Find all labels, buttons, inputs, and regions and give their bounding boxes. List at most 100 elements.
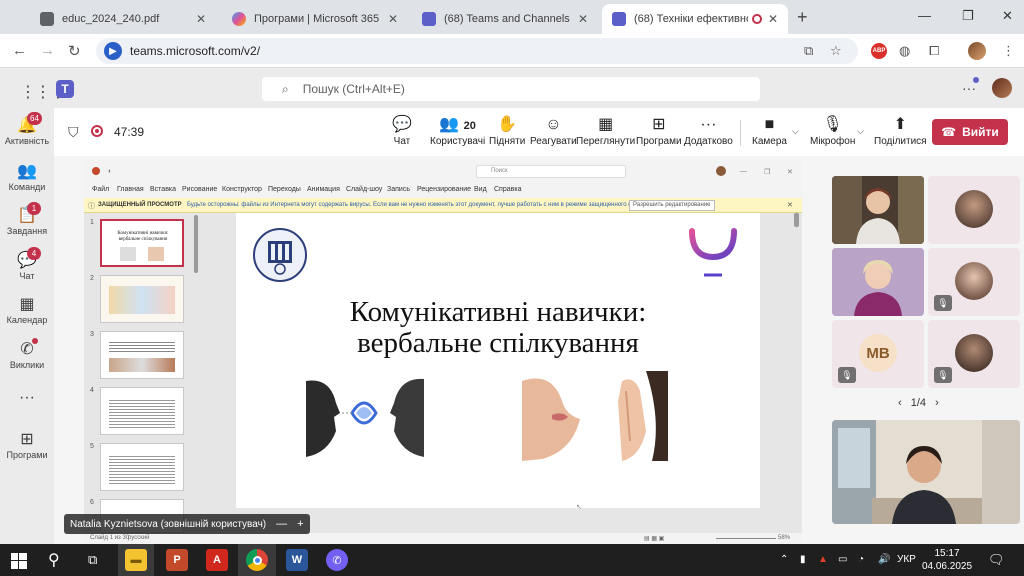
tray-acrobat-icon[interactable]: ▲ (818, 554, 828, 565)
more-actions-button[interactable]: ··· Додатково (684, 114, 733, 147)
leave-button[interactable]: ☎ Вийти (932, 119, 1008, 145)
rail-item-apps[interactable]: ⊞ Програми (0, 430, 54, 460)
volume-icon[interactable]: 🔊 (878, 554, 890, 565)
restore-icon[interactable]: ❐ (962, 8, 974, 24)
adblock-extension-icon[interactable]: ABP (871, 43, 887, 59)
notifications-icon[interactable]: 🗨 (988, 552, 1005, 568)
shield-icon[interactable]: ⛉ (68, 124, 79, 141)
participant-tile[interactable]: 🎙 (928, 248, 1020, 316)
ppt-menu-item: Справка (494, 186, 522, 193)
notification-dot (973, 77, 979, 83)
wifi-icon[interactable]: ◔ (858, 554, 864, 565)
mic-options-chevron-icon[interactable]: ⌵ (857, 126, 864, 137)
browser-tab-pdf[interactable]: educ_2024_240.pdf ✕ (30, 4, 216, 34)
copilot-icon (232, 12, 246, 26)
reload-icon[interactable]: ↻ (68, 42, 81, 60)
windows-start-icon[interactable] (11, 553, 27, 569)
microphone-button[interactable]: 🎙 Мікрофон (810, 114, 855, 147)
ppt-menu-item: Главная (117, 186, 144, 193)
toolbar-divider (740, 120, 741, 146)
close-tab-icon[interactable]: ✕ (388, 12, 398, 26)
close-tab-icon[interactable]: ✕ (196, 12, 206, 26)
teams-icon: 👥 (17, 163, 37, 180)
install-app-icon[interactable]: ⧉ (804, 43, 813, 59)
pager-prev-icon[interactable]: ‹ (898, 397, 902, 409)
apps-button[interactable]: ⊞ Програми (636, 114, 682, 147)
participant-tile[interactable] (928, 176, 1020, 244)
input-language[interactable]: УКР (897, 554, 916, 565)
view-button[interactable]: ▦ Переглянути (576, 114, 635, 147)
word-icon[interactable]: W (286, 549, 308, 571)
participant-avatar (955, 334, 993, 372)
rail-item-tasks[interactable]: 📋 1 Завдання (0, 202, 54, 236)
info-icon: ⓘ (88, 203, 95, 210)
ppt-search-box[interactable]: Поиск (476, 165, 626, 178)
browser-profile-avatar[interactable] (968, 42, 986, 60)
forward-arrow-icon[interactable]: → (40, 42, 55, 59)
tray-app-icon[interactable]: ▮ (800, 554, 806, 565)
system-clock[interactable]: 15:17 04.06.2025 (920, 547, 974, 573)
close-window-icon[interactable]: ✕ (1002, 8, 1013, 24)
expand-share-icon[interactable]: + (297, 518, 303, 530)
back-arrow-icon[interactable]: ← (12, 42, 27, 59)
browser-tab-meeting[interactable]: (68) Техніки ефективного ✕ (602, 4, 788, 34)
viber-icon[interactable]: ✆ (326, 549, 348, 571)
close-tab-icon[interactable]: ✕ (578, 12, 588, 26)
new-tab-button[interactable]: + (797, 7, 808, 28)
participant-tile[interactable]: MB 🎙 (832, 320, 924, 388)
phone-icon: ✆ (20, 338, 39, 360)
search-input[interactable]: ⌕ Пошук (Ctrl+Alt+E) (262, 77, 760, 101)
camera-button[interactable]: ■ Камера (752, 114, 787, 147)
recording-icon (752, 14, 762, 24)
participant-tile[interactable] (832, 248, 924, 316)
browser-menu-icon[interactable]: ⋮ (1002, 43, 1015, 59)
active-speaker-tile[interactable] (832, 420, 1020, 524)
search-placeholder: Пошук (Ctrl+Alt+E) (302, 82, 405, 96)
address-bar[interactable]: ▶ teams.microsoft.com/v2/ (96, 38, 858, 64)
presenter-name-tag[interactable]: Natalia Kyznietsova (зовнішній користува… (64, 514, 310, 534)
participant-avatar (955, 190, 993, 228)
tray-overflow-icon[interactable]: ⌃ (780, 554, 788, 565)
rail-item-teams[interactable]: 👥 Команди (0, 162, 54, 192)
slide-number: 3 (90, 331, 94, 338)
chrome-icon[interactable] (246, 549, 268, 571)
more-icon: ··· (700, 116, 717, 133)
close-tab-icon[interactable]: ✕ (768, 12, 778, 26)
rail-item-calls[interactable]: ✆ Виклики (0, 338, 54, 370)
user-avatar[interactable] (992, 78, 1012, 98)
share-screen-icon: ⬆ (893, 116, 907, 133)
raise-hand-button[interactable]: ✋ Підняти (489, 114, 525, 147)
participant-tile[interactable]: 🎙 (928, 320, 1020, 388)
extensions-puzzle-icon[interactable]: ⧠ (929, 43, 939, 59)
file-explorer-icon[interactable]: ▬ (125, 549, 147, 571)
button-label: Реагувати (530, 136, 577, 147)
share-button[interactable]: ⬆ Поділитися (874, 114, 927, 147)
whisper-ear-image (522, 371, 668, 461)
minimize-share-icon[interactable]: — (276, 518, 287, 530)
pager-next-icon[interactable]: › (935, 397, 939, 409)
rail-item-chat[interactable]: 💬 4 Чат (0, 247, 54, 281)
task-view-icon[interactable]: ⧉ (88, 552, 97, 568)
translate-extension-icon[interactable]: ◍ (899, 43, 910, 59)
ppt-menu-item: Слайд-шоу (346, 186, 383, 193)
calendar-icon: ▦ (19, 296, 35, 313)
acrobat-icon[interactable]: A (206, 549, 228, 571)
browser-tab-copilot[interactable]: Програми | Microsoft 365 Copilot ✕ (222, 4, 408, 34)
react-button[interactable]: ☺ Реагувати (530, 114, 577, 147)
presenter-name: Natalia Kyznietsova (зовнішній користува… (70, 518, 267, 530)
ppt-title-bar: ◐ Поиск — ❐ ✕ (84, 161, 802, 183)
site-info-icon[interactable]: ▶ (104, 42, 122, 60)
participant-tile[interactable] (832, 176, 924, 244)
bookmark-star-icon[interactable]: ☆ (830, 43, 842, 59)
minimize-icon[interactable]: — (918, 8, 931, 23)
browser-tab-teams-channels[interactable]: (68) Teams and Channels | Персонал ✕ (412, 4, 598, 34)
chat-button[interactable]: 💬 Чат (392, 114, 412, 147)
search-icon[interactable]: ⚲ (48, 550, 60, 570)
rail-item-calendar[interactable]: ▦ Календар (0, 295, 54, 325)
battery-icon[interactable]: ▭ (838, 554, 847, 565)
people-button[interactable]: 👥 20 Користувачі (430, 114, 485, 147)
powerpoint-icon[interactable]: P (166, 549, 188, 571)
rail-item-activity[interactable]: 🔔 64 Активність (0, 112, 54, 146)
camera-options-chevron-icon[interactable]: ⌵ (792, 126, 799, 137)
rail-item-more[interactable]: ··· (0, 388, 54, 408)
